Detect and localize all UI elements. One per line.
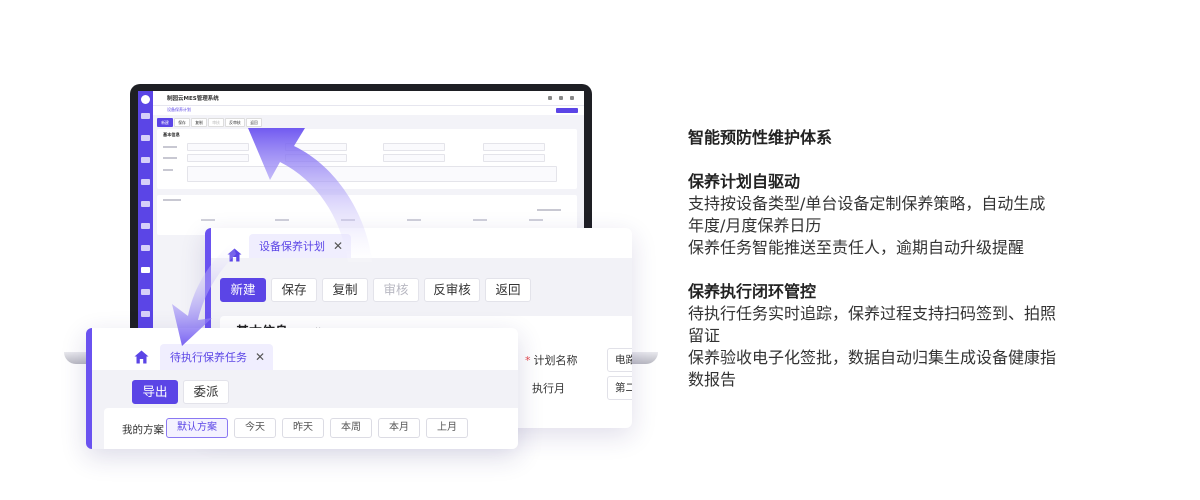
section2-line: 待执行任务实时追踪，保养过程支持扫码签到、拍照 xyxy=(688,304,1057,323)
mini-nav-item[interactable] xyxy=(141,201,150,207)
mini-breadcrumb[interactable]: 设备保养计划 xyxy=(167,107,191,113)
scheme-label: 我的方案 xyxy=(122,424,164,436)
mini-col-header xyxy=(201,219,215,221)
audit-button[interactable]: 审核 xyxy=(373,278,419,302)
home-icon[interactable] xyxy=(227,248,242,262)
mini-header: 制园云MES管理系统 xyxy=(153,91,584,106)
required-mark: * xyxy=(525,354,531,367)
mini-nav-item[interactable] xyxy=(141,311,150,317)
mini-field[interactable] xyxy=(483,143,545,151)
mini-label xyxy=(163,169,173,171)
mini-col-header xyxy=(407,219,421,221)
mini-nav-item[interactable] xyxy=(141,157,150,163)
mini-basic-info-card: 基本信息 xyxy=(157,129,577,189)
mini-col-header xyxy=(275,219,289,221)
mini-field[interactable] xyxy=(483,154,545,162)
copy-button[interactable]: 复制 xyxy=(322,278,368,302)
mini-save-button[interactable]: 保存 xyxy=(174,118,190,127)
mini-bell-icon[interactable] xyxy=(548,96,552,100)
tab-pending-tasks[interactable]: 待执行保养任务 ✕ xyxy=(160,344,274,370)
filter-card: 我的方案 默认方案 今天 昨天 本周 本月 上月 xyxy=(104,408,518,449)
mini-field[interactable] xyxy=(383,154,445,162)
section2-line: 数报告 xyxy=(688,370,737,389)
close-icon[interactable]: ✕ xyxy=(333,240,343,252)
section1-line: 保养任务智能推送至责任人，逾期自动升级提醒 xyxy=(688,238,1025,257)
mini-logo-icon xyxy=(141,95,150,104)
tab-label: 设备保养计划 xyxy=(259,240,325,253)
main-title: 智能预防性维护体系 xyxy=(688,128,833,147)
plan-name-label: * 计划名称 xyxy=(525,354,578,367)
save-button[interactable]: 保存 xyxy=(271,278,317,302)
back-button[interactable]: 返回 xyxy=(485,278,531,302)
mini-col-header xyxy=(473,219,487,221)
mini-label xyxy=(163,157,177,159)
section2-line: 保养验收电子化签批，数据自动归集生成设备健康指 xyxy=(688,348,1057,367)
filter-chip-today[interactable]: 今天 xyxy=(234,418,276,438)
mini-field[interactable] xyxy=(187,143,249,151)
mini-user-icon[interactable] xyxy=(570,96,574,100)
mini-col-header xyxy=(529,219,543,221)
mini-sidebar xyxy=(138,91,153,356)
tab-maintenance-plan[interactable]: 设备保养计划 ✕ xyxy=(249,234,352,258)
new-button[interactable]: 新建 xyxy=(220,278,266,302)
feature-description: 智能预防性维护体系 保养计划自驱动 支持按设备类型/单台设备定制保养策略，自动生… xyxy=(688,126,1118,391)
mini-label xyxy=(537,209,561,211)
export-button[interactable]: 导出 xyxy=(132,380,178,404)
section1-line: 年度/月度保养日历 xyxy=(688,216,822,235)
app-title: 制园云MES管理系统 xyxy=(167,96,219,102)
home-icon[interactable] xyxy=(134,350,149,364)
mini-label xyxy=(163,199,181,201)
mini-tabbar: 设备保养计划 xyxy=(153,106,584,115)
filter-chip-default[interactable]: 默认方案 xyxy=(166,418,228,438)
filter-chip-last-month[interactable]: 上月 xyxy=(426,418,468,438)
plan-name-input[interactable]: 电路板 xyxy=(607,348,632,372)
mini-tab-badge[interactable] xyxy=(556,108,578,113)
tab-bar: 设备保养计划 ✕ xyxy=(211,228,632,262)
mini-col-header xyxy=(341,219,355,221)
mini-new-button[interactable]: 新建 xyxy=(157,118,173,127)
mini-remark-field[interactable] xyxy=(187,166,557,182)
mini-nav-item[interactable] xyxy=(141,289,150,295)
mini-audit-button[interactable]: 审核 xyxy=(208,118,224,127)
section2-title: 保养执行闭环管控 xyxy=(688,282,817,301)
mini-back-button[interactable]: 返回 xyxy=(246,118,262,127)
mini-nav-item[interactable] xyxy=(141,113,150,119)
exec-month-label: 执行月 xyxy=(532,382,565,395)
tab-label: 待执行保养任务 xyxy=(170,351,247,364)
mini-section-title: 基本信息 xyxy=(163,132,180,137)
exec-month-input[interactable]: 第二个 xyxy=(607,376,632,400)
section1-title: 保养计划自驱动 xyxy=(688,172,801,191)
section1-line: 支持按设备类型/单台设备定制保养策略，自动生成 xyxy=(688,194,1046,213)
mini-nav-item[interactable] xyxy=(141,179,150,185)
mini-nav-item[interactable] xyxy=(141,245,150,251)
filter-chip-this-month[interactable]: 本月 xyxy=(378,418,420,438)
assign-button[interactable]: 委派 xyxy=(183,380,229,404)
mini-label xyxy=(163,146,177,148)
mini-nav-item[interactable] xyxy=(141,135,150,141)
mini-nav-item[interactable] xyxy=(141,223,150,229)
close-icon[interactable]: ✕ xyxy=(255,351,265,363)
tab-bar: 待执行保养任务 ✕ xyxy=(92,328,518,370)
section2-line: 留证 xyxy=(688,326,721,345)
filter-chip-yesterday[interactable]: 昨天 xyxy=(282,418,324,438)
mini-field[interactable] xyxy=(285,154,347,162)
mini-nav-item-active[interactable] xyxy=(141,267,150,273)
unaudit-button[interactable]: 反审核 xyxy=(424,278,480,302)
mini-field[interactable] xyxy=(285,143,347,151)
mini-unaudit-button[interactable]: 反审核 xyxy=(225,118,245,127)
mini-settings-icon[interactable] xyxy=(559,96,563,100)
filter-chip-this-week[interactable]: 本周 xyxy=(330,418,372,438)
mini-field[interactable] xyxy=(187,154,249,162)
pending-tasks-window: 待执行保养任务 ✕ 导出 委派 我的方案 默认方案 今天 昨天 本周 本月 上月 xyxy=(86,328,518,449)
mini-field[interactable] xyxy=(383,143,445,151)
mini-copy-button[interactable]: 复制 xyxy=(191,118,207,127)
